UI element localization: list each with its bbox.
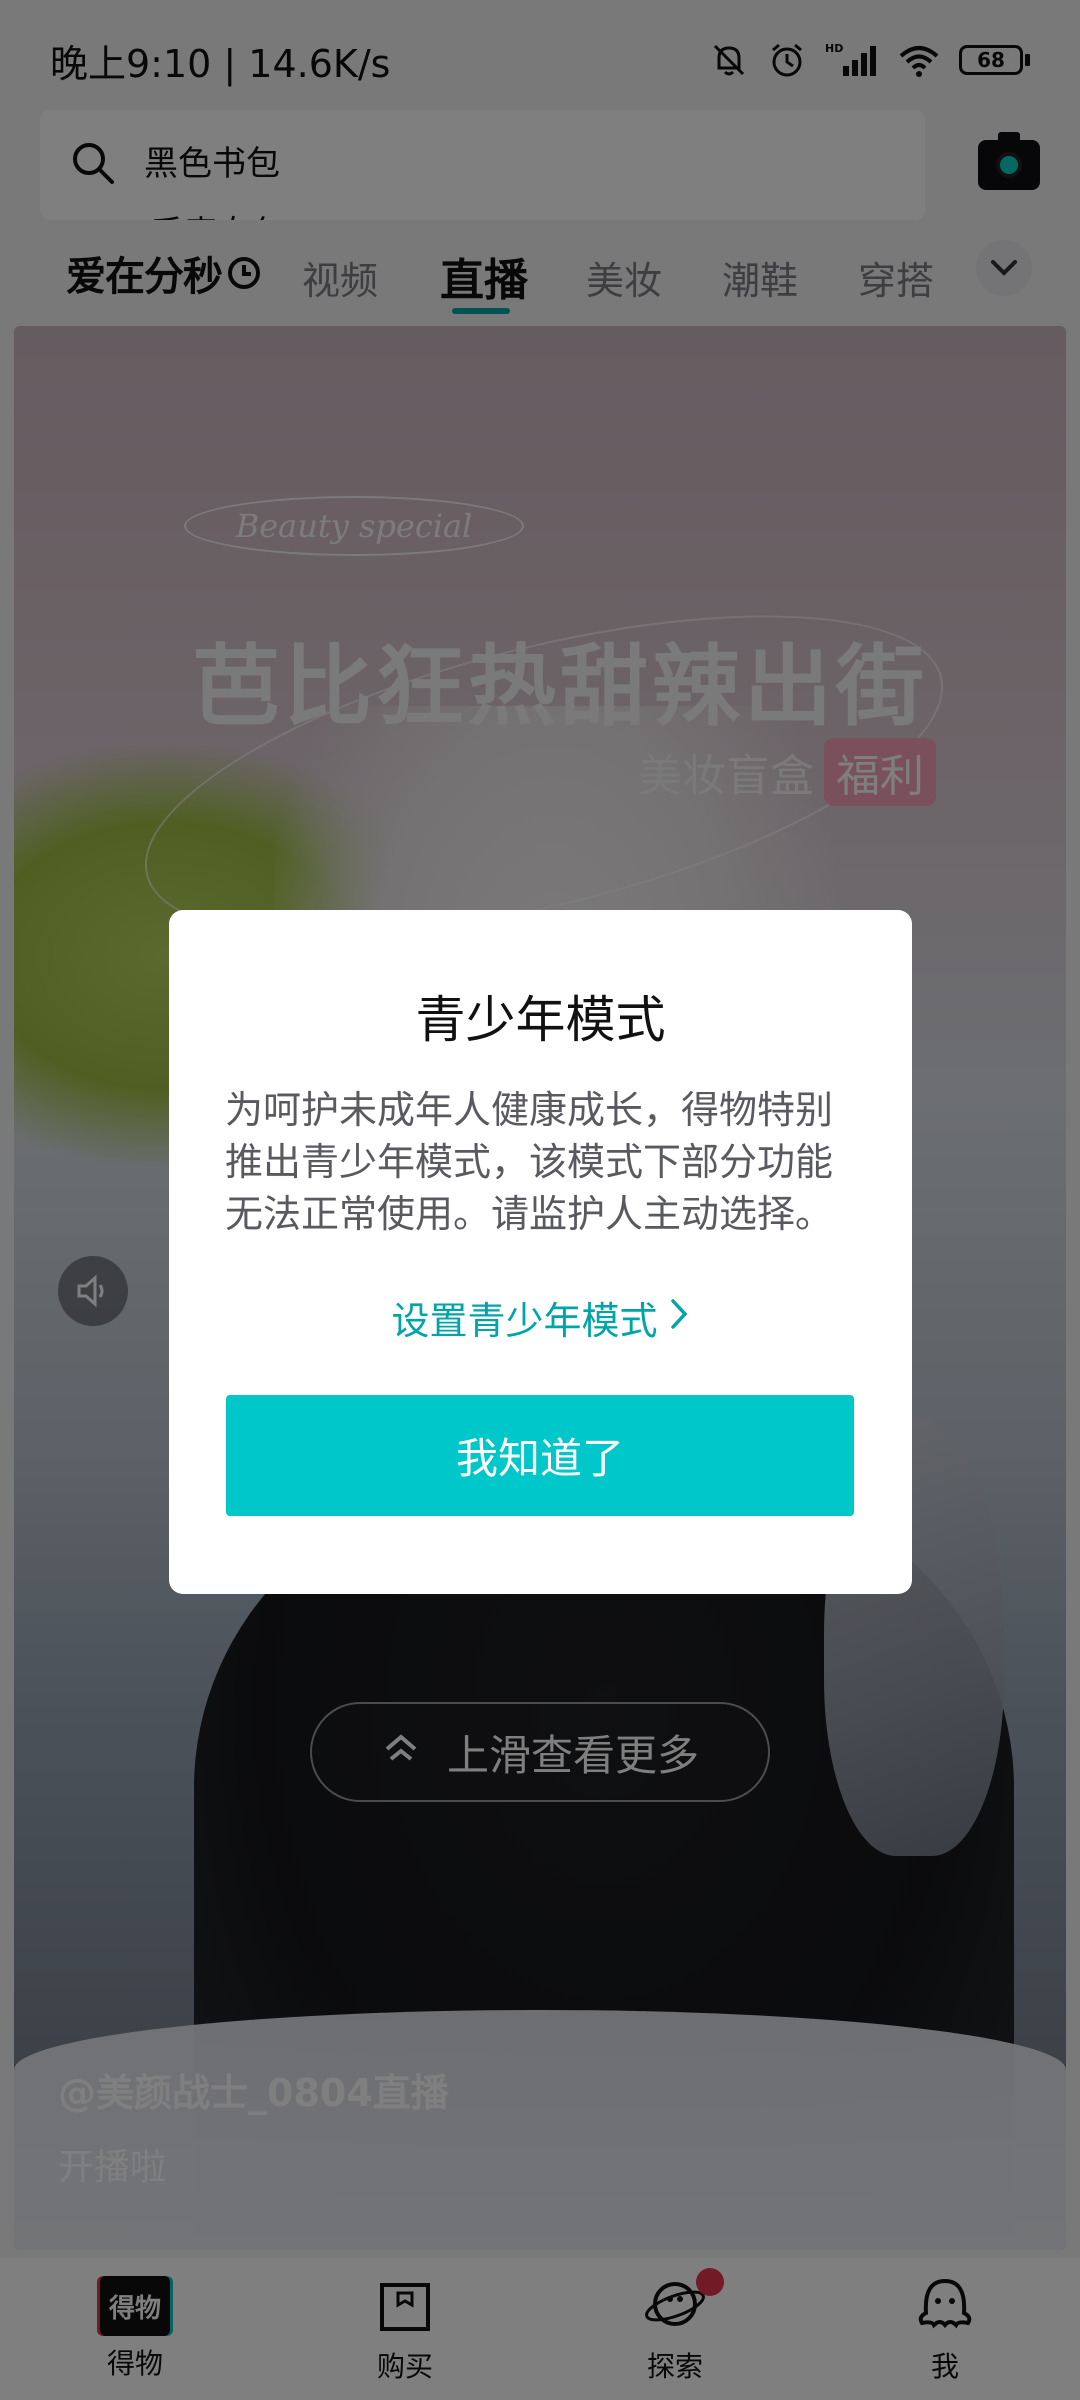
dialog-title: 青少年模式 [415, 991, 666, 1049]
set-teen-mode-link[interactable]: 设置青少年模式 [169, 1290, 912, 1345]
chevron-right-icon [668, 1296, 690, 1340]
teen-mode-dialog: 青少年模式 为呵护未成年人健康成长，得物特别推出青少年模式，该模式下部分功能无法… [169, 910, 912, 1594]
dialog-link-label: 设置青少年模式 [391, 1299, 658, 1343]
got-it-button[interactable]: 我知道了 [226, 1395, 854, 1516]
dialog-body: 为呵护未成年人健康成长，得物特别推出青少年模式，该模式下部分功能无法正常使用。请… [225, 1088, 834, 1236]
